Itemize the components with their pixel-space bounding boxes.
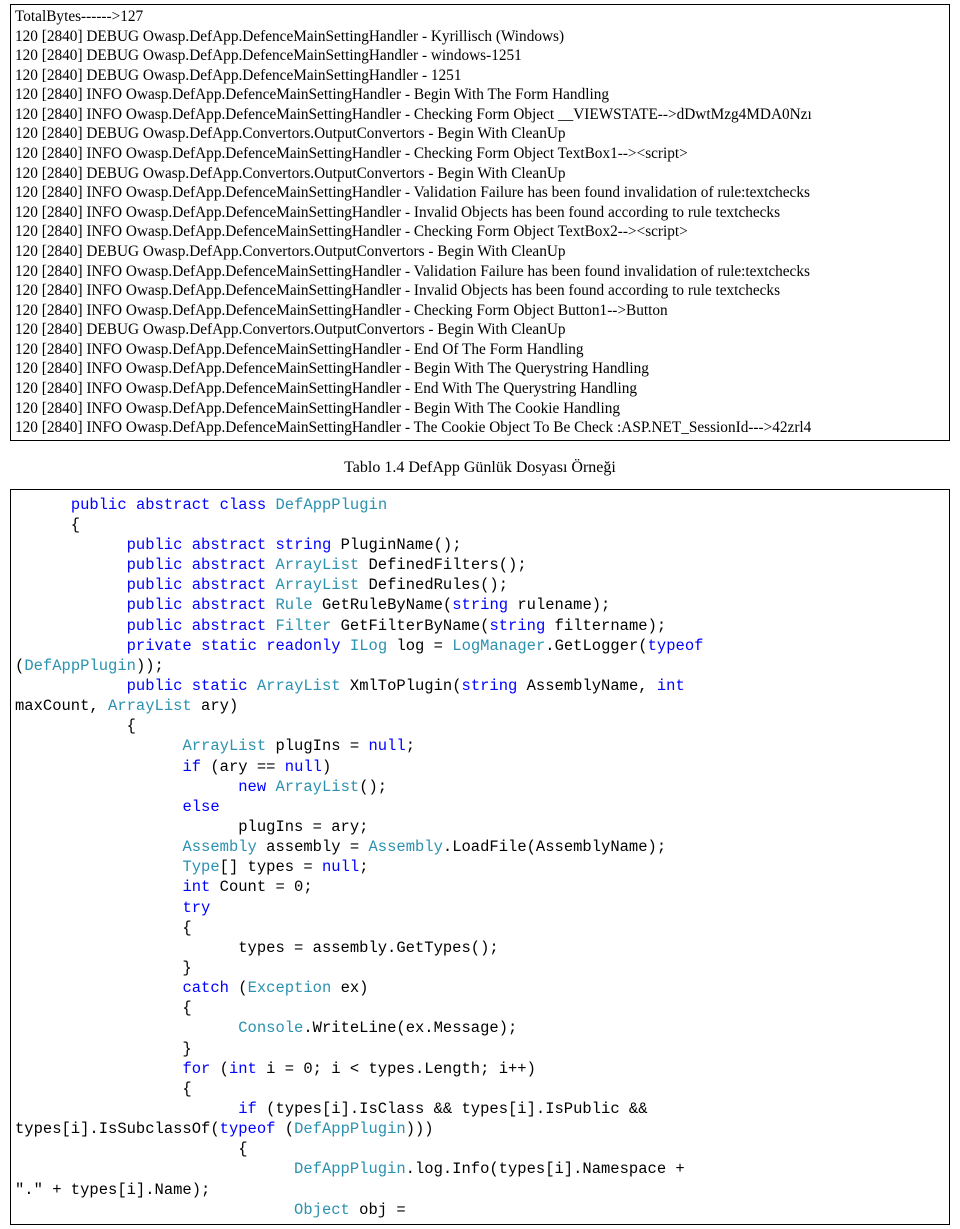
code-line: {: [15, 998, 945, 1018]
code-line: DefAppPlugin.log.Info(types[i].Namespace…: [15, 1159, 945, 1179]
log-line: 120 [2840] DEBUG Owasp.DefApp.Convertors…: [15, 242, 945, 262]
code-line: maxCount, ArrayList ary): [15, 696, 945, 716]
code-line: ArrayList plugIns = null;: [15, 736, 945, 756]
code-line: {: [15, 1079, 945, 1099]
log-line: 120 [2840] INFO Owasp.DefApp.DefenceMain…: [15, 183, 945, 203]
code-line: public abstract class DefAppPlugin: [15, 495, 945, 515]
code-line: Assembly assembly = Assembly.LoadFile(As…: [15, 837, 945, 857]
code-listing-box: public abstract class DefAppPlugin { pub…: [10, 489, 950, 1225]
log-line: 120 [2840] INFO Owasp.DefApp.DefenceMain…: [15, 222, 945, 242]
code-line: public abstract ArrayList DefinedFilters…: [15, 555, 945, 575]
table-caption: Tablo 1.4 DefApp Günlük Dosyası Örneği: [0, 459, 960, 477]
log-line: 120 [2840] DEBUG Owasp.DefApp.DefenceMai…: [15, 66, 945, 86]
log-line: 120 [2840] INFO Owasp.DefApp.DefenceMain…: [15, 105, 945, 125]
code-line: catch (Exception ex): [15, 978, 945, 998]
code-line: (DefAppPlugin));: [15, 656, 945, 676]
code-line: if (types[i].IsClass && types[i].IsPubli…: [15, 1099, 945, 1119]
code-line: Object obj =: [15, 1200, 945, 1220]
log-line: 120 [2840] INFO Owasp.DefApp.DefenceMain…: [15, 399, 945, 419]
code-line: }: [15, 1039, 945, 1059]
log-line: 120 [2840] INFO Owasp.DefApp.DefenceMain…: [15, 262, 945, 282]
code-line: public abstract string PluginName();: [15, 535, 945, 555]
log-line: 120 [2840] INFO Owasp.DefApp.DefenceMain…: [15, 418, 945, 438]
code-line: new ArrayList();: [15, 777, 945, 797]
log-line: 120 [2840] INFO Owasp.DefApp.DefenceMain…: [15, 85, 945, 105]
code-line: Type[] types = null;: [15, 857, 945, 877]
log-line: 120 [2840] INFO Owasp.DefApp.DefenceMain…: [15, 340, 945, 360]
log-line: 120 [2840] INFO Owasp.DefApp.DefenceMain…: [15, 359, 945, 379]
log-line: 120 [2840] DEBUG Owasp.DefApp.Convertors…: [15, 320, 945, 340]
code-line: public static ArrayList XmlToPlugin(stri…: [15, 676, 945, 696]
code-line: private static readonly ILog log = LogMa…: [15, 636, 945, 656]
code-line: }: [15, 958, 945, 978]
code-line: if (ary == null): [15, 757, 945, 777]
log-line: 120 [2840] DEBUG Owasp.DefApp.Convertors…: [15, 124, 945, 144]
code-line: public abstract Filter GetFilterByName(s…: [15, 616, 945, 636]
code-line: "." + types[i].Name);: [15, 1180, 945, 1200]
code-line: types = assembly.GetTypes();: [15, 938, 945, 958]
code-line: Console.WriteLine(ex.Message);: [15, 1018, 945, 1038]
log-line: 120 [2840] DEBUG Owasp.DefApp.Convertors…: [15, 164, 945, 184]
log-line: 120 [2840] INFO Owasp.DefApp.DefenceMain…: [15, 144, 945, 164]
log-line: 120 [2840] INFO Owasp.DefApp.DefenceMain…: [15, 301, 945, 321]
code-line: {: [15, 716, 945, 736]
code-line: for (int i = 0; i < types.Length; i++): [15, 1059, 945, 1079]
code-line: types[i].IsSubclassOf(typeof (DefAppPlug…: [15, 1119, 945, 1139]
log-output-box: TotalBytes------>127120 [2840] DEBUG Owa…: [10, 4, 950, 441]
code-line: {: [15, 918, 945, 938]
log-line: 120 [2840] DEBUG Owasp.DefApp.DefenceMai…: [15, 46, 945, 66]
code-line: try: [15, 898, 945, 918]
log-line: 120 [2840] INFO Owasp.DefApp.DefenceMain…: [15, 203, 945, 223]
log-line: 120 [2840] DEBUG Owasp.DefApp.DefenceMai…: [15, 27, 945, 47]
code-line: public abstract Rule GetRuleByName(strin…: [15, 595, 945, 615]
log-line: 120 [2840] INFO Owasp.DefApp.DefenceMain…: [15, 379, 945, 399]
code-line: plugIns = ary;: [15, 817, 945, 837]
code-line: else: [15, 797, 945, 817]
code-line: public abstract ArrayList DefinedRules()…: [15, 575, 945, 595]
log-line: 120 [2840] INFO Owasp.DefApp.DefenceMain…: [15, 281, 945, 301]
code-line: {: [15, 515, 945, 535]
log-lines-container: TotalBytes------>127120 [2840] DEBUG Owa…: [15, 7, 945, 438]
code-line: {: [15, 1139, 945, 1159]
log-line: TotalBytes------>127: [15, 7, 945, 27]
code-line: int Count = 0;: [15, 877, 945, 897]
